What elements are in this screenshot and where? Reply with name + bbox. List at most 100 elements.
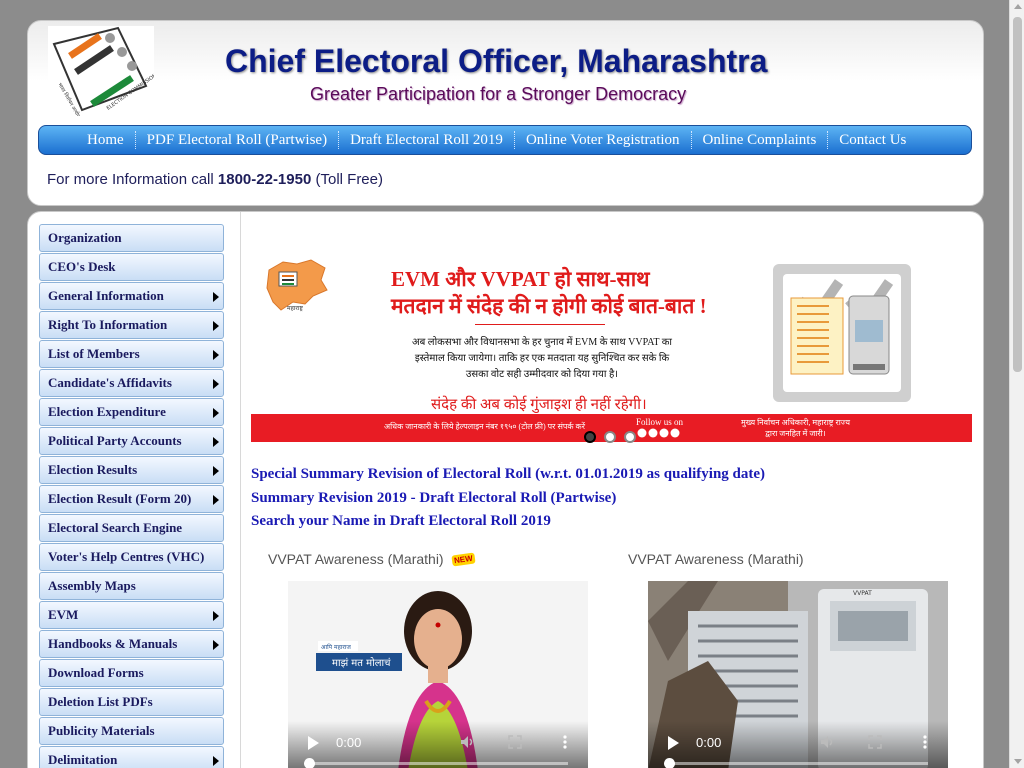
play-icon[interactable]	[308, 736, 319, 750]
sidebar-item-label: Election Result (Form 20)	[48, 491, 192, 506]
banner-slider[interactable]: महाराष्ट्र EVM और VVPAT हो साथ-साथ मतदान…	[251, 248, 972, 443]
link-draft-electoral-roll-partwise[interactable]: Summary Revision 2019 - Draft Electoral …	[251, 487, 765, 511]
submenu-arrow-icon	[213, 379, 219, 389]
submenu-arrow-icon	[213, 321, 219, 331]
video-title-1-text: VVPAT Awareness (Marathi)	[268, 551, 444, 567]
video-progress-1[interactable]	[304, 758, 568, 768]
banner-headline-1: EVM और VVPAT हो साथ-साथ	[391, 267, 650, 291]
sidebar-item-candidate-s-affidavits[interactable]: Candidate's Affidavits	[39, 369, 224, 397]
scroll-up-arrow-icon[interactable]	[1014, 4, 1022, 9]
youtube-icon	[659, 428, 669, 438]
nav-pdf-electoral-roll[interactable]: PDF Electoral Roll (Partwise)	[136, 131, 340, 149]
strip-issuer-line-2: द्वारा जनहित में जारी।	[765, 429, 826, 438]
video-time-1: 0:00	[336, 735, 362, 750]
more-options-icon[interactable]	[558, 735, 572, 749]
video-player-2[interactable]: VVPAT 0:00	[648, 581, 948, 768]
sidebar-item-label: General Information	[48, 288, 164, 303]
sidebar-item-evm[interactable]: EVM	[39, 601, 224, 629]
sidebar-item-election-expenditure[interactable]: Election Expenditure	[39, 398, 224, 426]
sidebar-item-ceo-s-desk[interactable]: CEO's Desk	[39, 253, 224, 281]
video-card-1: VVPAT Awareness (Marathi) NEW आपि महाराज…	[268, 551, 608, 768]
scroll-thumb[interactable]	[1013, 17, 1022, 372]
sidebar-item-label: Candidate's Affidavits	[48, 375, 172, 390]
helpline-info: For more Information call 1800-22-1950 (…	[47, 171, 383, 188]
submenu-arrow-icon	[213, 437, 219, 447]
video-progress-2[interactable]	[664, 758, 928, 768]
video-title-1: VVPAT Awareness (Marathi) NEW	[268, 551, 608, 567]
video-controls-2: 0:00	[648, 721, 948, 768]
map-label: महाराष्ट्र	[287, 305, 303, 312]
sidebar-item-handbooks-manuals[interactable]: Handbooks & Manuals	[39, 630, 224, 658]
volume-icon[interactable]	[460, 735, 474, 749]
sidebar-item-label: Voter's Help Centres (VHC)	[48, 549, 205, 564]
nav-draft-electoral-roll[interactable]: Draft Electoral Roll 2019	[339, 131, 515, 149]
sidebar-item-label: Election Expenditure	[48, 404, 166, 419]
play-icon[interactable]	[668, 736, 679, 750]
sidebar-item-label: Download Forms	[48, 665, 144, 680]
sidebar-item-label: Organization	[48, 230, 122, 245]
sidebar-item-label: Deletion List PDFs	[48, 694, 153, 709]
link-search-name-draft-roll[interactable]: Search your Name in Draft Electoral Roll…	[251, 510, 765, 534]
sidebar-item-label: Right To Information	[48, 317, 168, 332]
twitter-icon	[648, 428, 658, 438]
sidebar-item-label: CEO's Desk	[48, 259, 116, 274]
video-title-2-text: VVPAT Awareness (Marathi)	[628, 551, 804, 567]
sidebar-item-download-forms[interactable]: Download Forms	[39, 659, 224, 687]
nav-home[interactable]: Home	[77, 131, 136, 149]
sidebar-item-assembly-maps[interactable]: Assembly Maps	[39, 572, 224, 600]
sidebar-item-election-result-form-20[interactable]: Election Result (Form 20)	[39, 485, 224, 513]
sidebar-item-list-of-members[interactable]: List of Members	[39, 340, 224, 368]
slider-dot-3[interactable]	[624, 431, 636, 443]
sidebar-item-label: Handbooks & Manuals	[48, 636, 178, 651]
slider-dot-2[interactable]	[604, 431, 616, 443]
video-player-1[interactable]: आपि महाराज माझं मत मोलाचं 0:00	[288, 581, 588, 768]
submenu-arrow-icon	[213, 466, 219, 476]
strip-helpline-text: अधिक जानकारी के लिये हेल्पलाइन नंबर १९५०…	[384, 422, 585, 431]
maharashtra-map-icon: महाराष्ट्र	[266, 259, 328, 312]
link-special-summary-revision[interactable]: Special Summary Revision of Electoral Ro…	[251, 463, 765, 487]
progress-knob[interactable]	[304, 758, 315, 768]
sidebar-item-voter-s-help-centres-vhc[interactable]: Voter's Help Centres (VHC)	[39, 543, 224, 571]
sidebar-item-deletion-list-pdfs[interactable]: Deletion List PDFs	[39, 688, 224, 716]
video-card-2: VVPAT Awareness (Marathi) VVPAT 0:00	[628, 551, 968, 768]
scroll-down-arrow-icon[interactable]	[1014, 759, 1022, 764]
sidebar-item-label: Election Results	[48, 462, 138, 477]
helpline-suffix: (Toll Free)	[311, 171, 383, 188]
sidebar-item-label: Delimitation	[48, 752, 118, 767]
sidebar-item-label: Electoral Search Engine	[48, 520, 183, 535]
nav-contact-us[interactable]: Contact Us	[828, 131, 917, 149]
main-nav: Home PDF Electoral Roll (Partwise) Draft…	[38, 125, 972, 155]
sidebar-item-election-results[interactable]: Election Results	[39, 456, 224, 484]
sidebar-item-delimitation[interactable]: Delimitation	[39, 746, 224, 768]
nav-online-voter-registration[interactable]: Online Voter Registration	[515, 131, 692, 149]
sidebar-item-label: Publicity Materials	[48, 723, 155, 738]
more-options-icon[interactable]	[918, 735, 932, 749]
sidebar-item-organization[interactable]: Organization	[39, 224, 224, 252]
sidebar-item-right-to-information[interactable]: Right To Information	[39, 311, 224, 339]
nav-online-complaints[interactable]: Online Complaints	[692, 131, 829, 149]
video-time-2: 0:00	[696, 735, 722, 750]
sidebar-item-electoral-search-engine[interactable]: Electoral Search Engine	[39, 514, 224, 542]
sidebar-item-publicity-materials[interactable]: Publicity Materials	[39, 717, 224, 745]
slider-dot-1[interactable]	[584, 431, 596, 443]
site-header: भारत निर्वाचन आयोग ELECTION COMMISSION O…	[27, 20, 984, 206]
sidebar-item-general-information[interactable]: General Information	[39, 282, 224, 310]
strip-issuer-line-1: मुख्य निर्वाचन अधिकारी, महाराष्ट्र राज्य	[741, 418, 850, 427]
sidebar-menu: Organization CEO's Desk General Informatio…	[39, 224, 224, 768]
submenu-arrow-icon	[213, 408, 219, 418]
fullscreen-icon[interactable]	[508, 735, 522, 749]
sidebar-item-label: Assembly Maps	[48, 578, 136, 593]
site-tagline: Greater Participation for a Stronger Dem…	[310, 84, 687, 104]
helpline-prefix: For more Information call	[47, 171, 218, 188]
news-links: Special Summary Revision of Electoral Ro…	[251, 463, 765, 534]
volume-icon[interactable]	[820, 735, 834, 749]
fullscreen-icon[interactable]	[868, 735, 882, 749]
sidebar-divider	[240, 212, 241, 768]
banner-rule	[475, 324, 605, 325]
sidebar-item-political-party-accounts[interactable]: Political Party Accounts	[39, 427, 224, 455]
progress-knob[interactable]	[664, 758, 675, 768]
new-badge: NEW	[450, 551, 475, 567]
page-scrollbar[interactable]	[1009, 0, 1024, 768]
helpline-number: 1800-22-1950	[217, 171, 312, 188]
submenu-arrow-icon	[213, 640, 219, 650]
